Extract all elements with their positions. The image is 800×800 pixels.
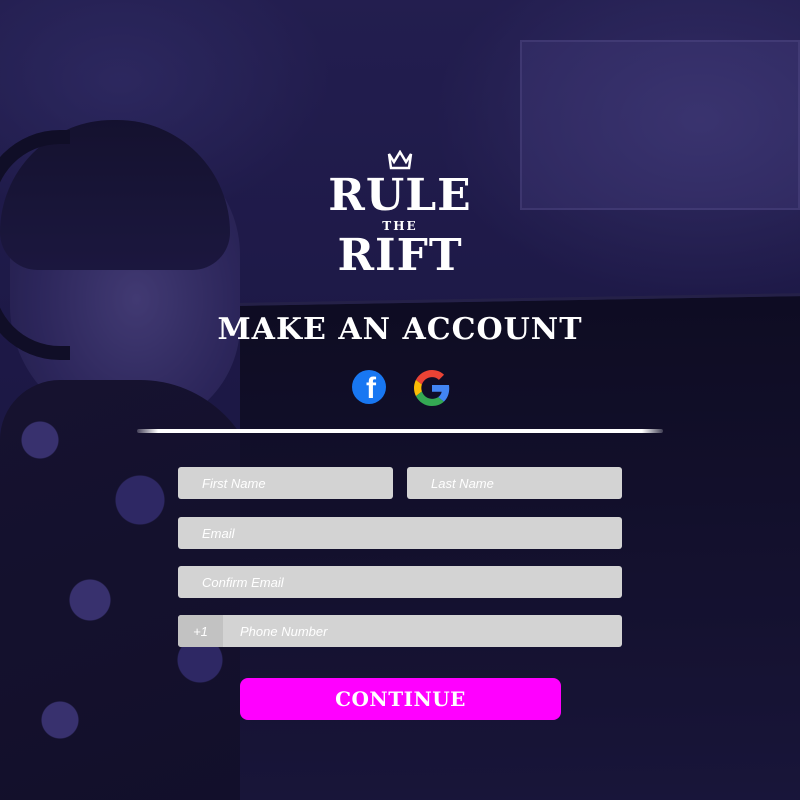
brand-line-1: RULE [328, 170, 472, 221]
page-title: MAKE AN ACCOUNT [217, 312, 583, 347]
crown-icon [387, 150, 413, 170]
brand-logo: RULE THE RIFT [328, 150, 471, 290]
google-login-button[interactable] [414, 370, 450, 406]
brand-line-3: RIFT [337, 230, 463, 281]
social-login-group: f [0, 370, 800, 406]
facebook-login-button[interactable]: f [352, 370, 386, 404]
facebook-icon: f [366, 372, 376, 404]
phone-number-field[interactable] [223, 615, 622, 647]
google-icon [414, 370, 450, 406]
signup-panel: RULE THE RIFT MAKE AN ACCOUNT f +1 CONTI… [0, 0, 800, 800]
confirm-email-field[interactable] [178, 566, 622, 598]
last-name-field[interactable] [407, 467, 622, 499]
phone-field-group: +1 [178, 615, 622, 647]
country-code-selector[interactable]: +1 [178, 615, 223, 647]
section-divider [137, 429, 663, 433]
continue-button[interactable]: CONTINUE [240, 678, 561, 720]
first-name-field[interactable] [178, 467, 393, 499]
email-field[interactable] [178, 517, 622, 549]
